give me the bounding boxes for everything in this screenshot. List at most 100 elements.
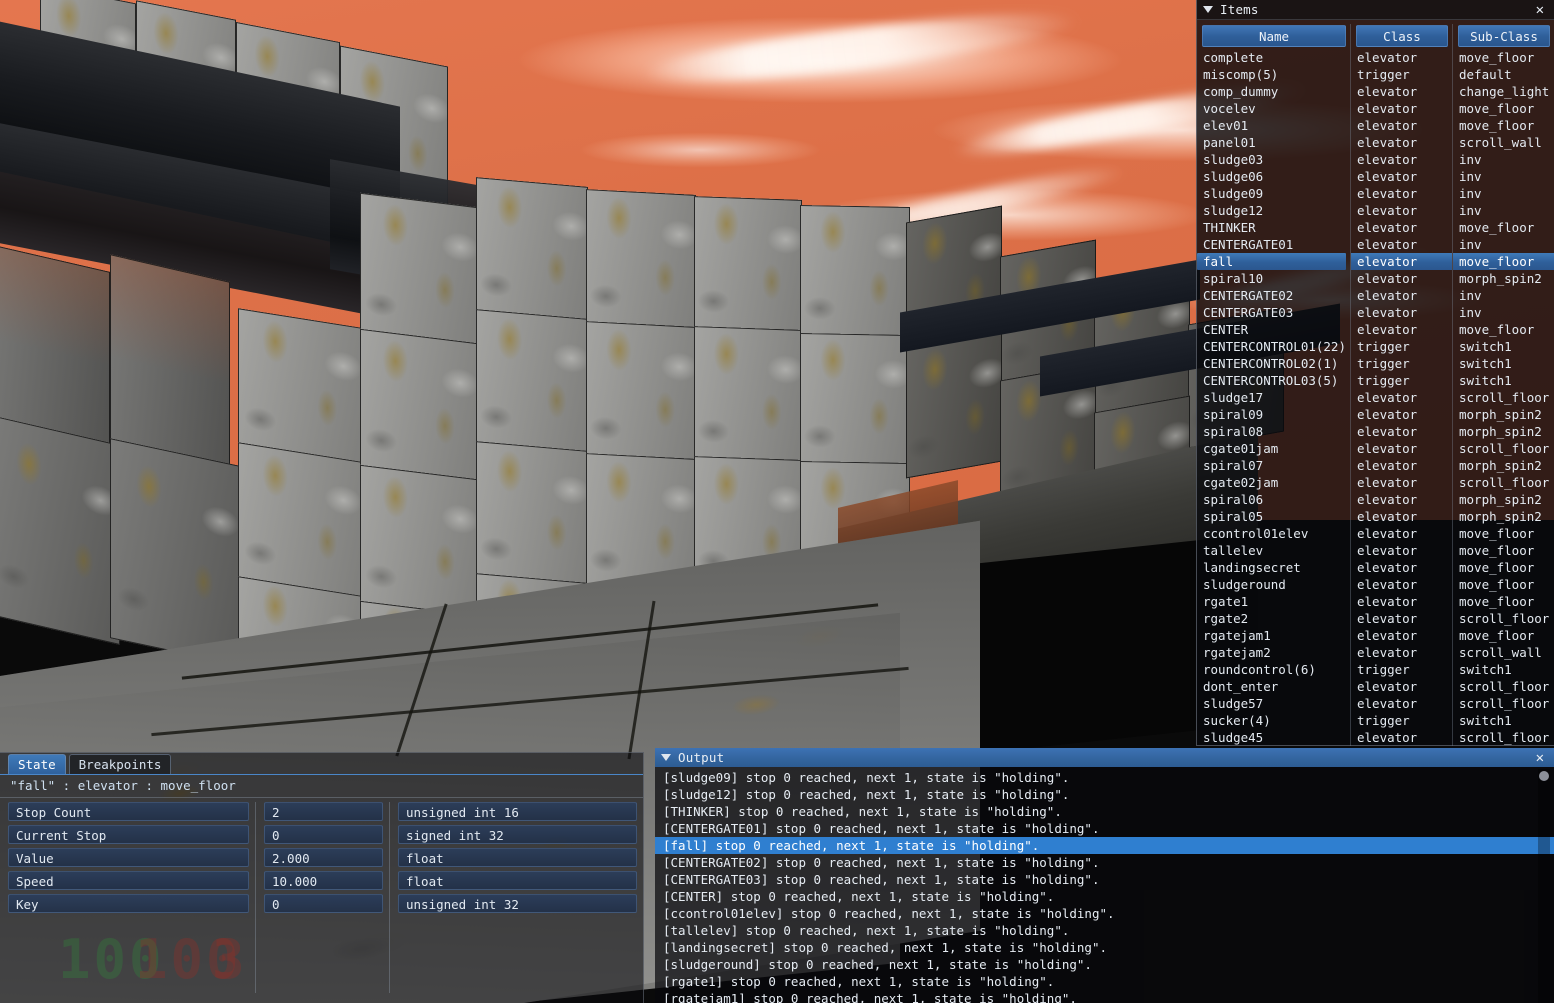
items-row-name[interactable]: comp_dummy: [1197, 83, 1350, 100]
items-row-name[interactable]: sludge17: [1197, 389, 1350, 406]
items-row-subclass[interactable]: scroll_floor: [1453, 440, 1554, 457]
items-row-name[interactable]: sludge12: [1197, 202, 1350, 219]
items-row-subclass[interactable]: move_floor: [1453, 593, 1554, 610]
items-row-subclass[interactable]: switch1: [1453, 661, 1554, 678]
items-row-class[interactable]: elevator: [1351, 406, 1452, 423]
items-row-subclass[interactable]: morph_spin2: [1453, 457, 1554, 474]
items-row-subclass[interactable]: inv: [1453, 185, 1554, 202]
items-row-name[interactable]: miscomp(5): [1197, 66, 1350, 83]
items-row-class[interactable]: elevator: [1351, 559, 1452, 576]
items-row-subclass[interactable]: scroll_floor: [1453, 729, 1554, 746]
items-row-name[interactable]: cgate01jam: [1197, 440, 1350, 457]
items-row-subclass[interactable]: scroll_floor: [1453, 695, 1554, 712]
items-row-class[interactable]: elevator: [1351, 644, 1452, 661]
items-row-subclass[interactable]: inv: [1453, 151, 1554, 168]
items-row-class[interactable]: elevator: [1351, 83, 1452, 100]
column-header-subclass[interactable]: Sub-Class: [1458, 25, 1550, 47]
items-row-class[interactable]: elevator: [1351, 474, 1452, 491]
items-row-name[interactable]: spiral07: [1197, 457, 1350, 474]
items-row-class[interactable]: elevator: [1351, 695, 1452, 712]
items-row-class[interactable]: elevator: [1351, 525, 1452, 542]
items-row-subclass[interactable]: move_floor: [1453, 253, 1554, 270]
tab-state[interactable]: State: [8, 754, 66, 774]
items-row-name[interactable]: spiral10: [1197, 270, 1350, 287]
items-row-class[interactable]: elevator: [1351, 287, 1452, 304]
items-row-class[interactable]: trigger: [1351, 66, 1452, 83]
items-row-subclass[interactable]: morph_spin2: [1453, 270, 1554, 287]
items-row-name[interactable]: rgate1: [1197, 593, 1350, 610]
items-row-subclass[interactable]: morph_spin2: [1453, 491, 1554, 508]
items-row-subclass[interactable]: move_floor: [1453, 100, 1554, 117]
output-log-line[interactable]: [THINKER] stop 0 reached, next 1, state …: [655, 803, 1554, 820]
items-row-name[interactable]: spiral09: [1197, 406, 1350, 423]
items-row-name[interactable]: rgatejam2: [1197, 644, 1350, 661]
property-value[interactable]: 10.000: [264, 871, 383, 890]
items-row-subclass[interactable]: move_floor: [1453, 219, 1554, 236]
items-row-subclass[interactable]: move_floor: [1453, 321, 1554, 338]
items-row-name[interactable]: vocelev: [1197, 100, 1350, 117]
triangle-down-icon[interactable]: [661, 754, 671, 761]
items-row-subclass[interactable]: inv: [1453, 202, 1554, 219]
output-log-line[interactable]: [ccontrol01elev] stop 0 reached, next 1,…: [655, 905, 1554, 922]
items-row-name[interactable]: sludgeround: [1197, 576, 1350, 593]
items-row-name[interactable]: sucker(4): [1197, 712, 1350, 729]
items-row-class[interactable]: elevator: [1351, 321, 1452, 338]
items-row-subclass[interactable]: move_floor: [1453, 49, 1554, 66]
items-row-name[interactable]: fall: [1197, 253, 1346, 270]
items-row-subclass[interactable]: move_floor: [1453, 627, 1554, 644]
items-row-class[interactable]: elevator: [1351, 508, 1452, 525]
items-row-name[interactable]: CENTERGATE03: [1197, 304, 1350, 321]
output-log-line[interactable]: [sludgeround] stop 0 reached, next 1, st…: [655, 956, 1554, 973]
property-value[interactable]: 0: [264, 894, 383, 913]
output-scrollbar[interactable]: [1538, 769, 1550, 1003]
tab-breakpoints[interactable]: Breakpoints: [68, 754, 172, 774]
output-log-line[interactable]: [CENTERGATE02] stop 0 reached, next 1, s…: [655, 854, 1554, 871]
items-row-name[interactable]: sludge09: [1197, 185, 1350, 202]
items-row-class[interactable]: elevator: [1351, 100, 1452, 117]
output-log-line[interactable]: [rgate1] stop 0 reached, next 1, state i…: [655, 973, 1554, 990]
items-row-class[interactable]: elevator: [1351, 304, 1452, 321]
close-icon[interactable]: ✕: [1532, 2, 1548, 18]
items-row-class[interactable]: trigger: [1351, 355, 1452, 372]
items-row-name[interactable]: spiral06: [1197, 491, 1350, 508]
items-list-body[interactable]: Name complete miscomp(5) comp_dummy vocelev…: [1197, 20, 1554, 747]
items-row-name[interactable]: CENTERGATE02: [1197, 287, 1350, 304]
items-row-subclass[interactable]: morph_spin2: [1453, 406, 1554, 423]
items-row-class[interactable]: elevator: [1351, 491, 1452, 508]
items-row-subclass[interactable]: move_floor: [1453, 559, 1554, 576]
items-row-subclass[interactable]: scroll_floor: [1453, 474, 1554, 491]
items-row-subclass[interactable]: scroll_floor: [1453, 389, 1554, 406]
items-row-subclass[interactable]: switch1: [1453, 355, 1554, 372]
output-log-body[interactable]: [sludge09] stop 0 reached, next 1, state…: [655, 767, 1554, 1003]
items-row-name[interactable]: rgatejam1: [1197, 627, 1350, 644]
items-row-class[interactable]: elevator: [1351, 202, 1452, 219]
items-row-name[interactable]: THINKER: [1197, 219, 1350, 236]
items-row-name[interactable]: sludge57: [1197, 695, 1350, 712]
items-row-name[interactable]: elev01: [1197, 117, 1350, 134]
output-log-line[interactable]: [tallelev] stop 0 reached, next 1, state…: [655, 922, 1554, 939]
items-row-class[interactable]: elevator: [1351, 134, 1452, 151]
items-row-subclass[interactable]: default: [1453, 66, 1554, 83]
items-row-subclass[interactable]: change_light: [1453, 83, 1554, 100]
items-row-class[interactable]: elevator: [1351, 219, 1452, 236]
items-row-subclass[interactable]: inv: [1453, 236, 1554, 253]
property-value[interactable]: 0: [264, 825, 383, 844]
items-row-name[interactable]: sludge45: [1197, 729, 1350, 746]
items-row-subclass[interactable]: move_floor: [1453, 525, 1554, 542]
items-row-class[interactable]: trigger: [1351, 712, 1452, 729]
items-row-name[interactable]: complete: [1197, 49, 1350, 66]
items-row-name[interactable]: dont_enter: [1197, 678, 1350, 695]
items-row-class[interactable]: trigger: [1351, 372, 1452, 389]
output-log-line[interactable]: [sludge12] stop 0 reached, next 1, state…: [655, 786, 1554, 803]
items-row-class[interactable]: elevator: [1351, 423, 1452, 440]
items-row-subclass[interactable]: move_floor: [1453, 117, 1554, 134]
items-row-subclass[interactable]: scroll_wall: [1453, 644, 1554, 661]
output-log-line[interactable]: [rgatejam1] stop 0 reached, next 1, stat…: [655, 990, 1554, 1003]
items-row-class[interactable]: elevator: [1351, 236, 1452, 253]
items-row-class[interactable]: elevator: [1351, 610, 1452, 627]
items-row-name[interactable]: ccontrol01elev: [1197, 525, 1350, 542]
items-row-subclass[interactable]: scroll_floor: [1453, 678, 1554, 695]
property-value[interactable]: 2.000: [264, 848, 383, 867]
property-value[interactable]: 2: [264, 802, 383, 821]
items-row-name[interactable]: CENTERCONTROL01(22): [1197, 338, 1350, 355]
